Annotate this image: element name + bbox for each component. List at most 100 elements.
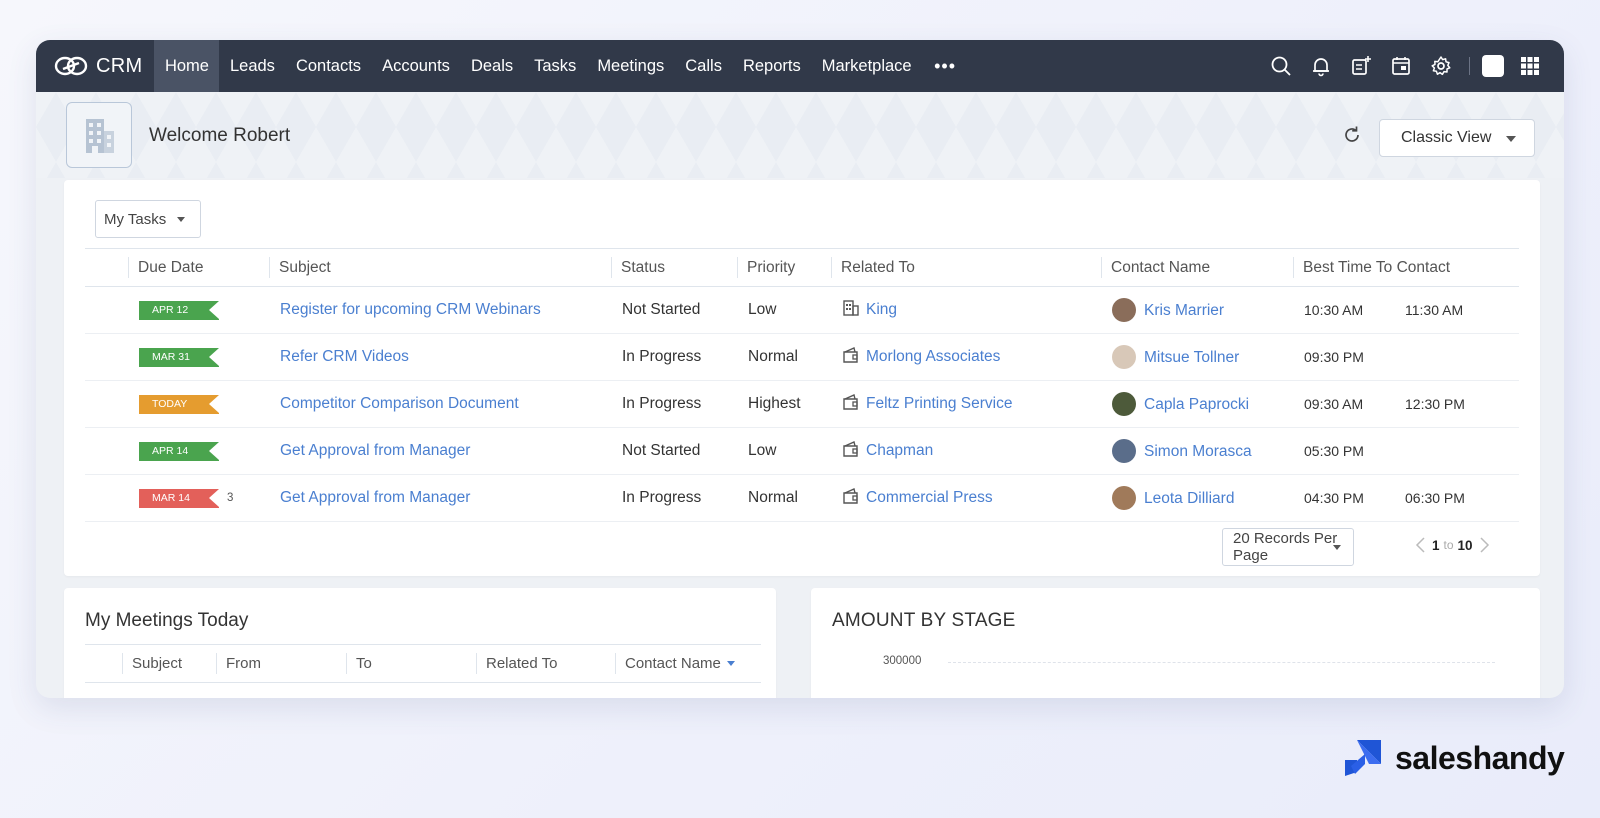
column-header-due-date[interactable]: Due Date [128, 248, 269, 287]
nav-home[interactable]: Home [154, 40, 220, 92]
contact-name-cell[interactable]: Mitsue Tollner [1101, 333, 1293, 381]
table-row[interactable]: MAR 14 3 Get Approval from Manager In Progr… [85, 474, 1519, 522]
best-time-from: 04:30 PM [1293, 474, 1394, 522]
chevron-down-icon [177, 217, 185, 222]
row-select-cell[interactable] [85, 427, 128, 475]
related-to-link[interactable]: Commercial Press [866, 489, 993, 506]
user-avatar[interactable] [1482, 55, 1504, 77]
related-to-cell[interactable]: Chapman [831, 427, 1101, 475]
chevron-left-icon[interactable] [1414, 536, 1428, 554]
contact-name-link[interactable]: Leota Dilliard [1144, 490, 1234, 507]
status-cell: In Progress [611, 474, 737, 522]
related-to-link[interactable]: Feltz Printing Service [866, 395, 1012, 412]
records-per-page-dropdown[interactable]: 20 Records Per Page [1222, 528, 1354, 566]
nav-meetings[interactable]: Meetings [587, 40, 675, 92]
column-header-status[interactable]: Status [611, 248, 737, 287]
column-header-from[interactable]: From [216, 644, 346, 683]
calendar-icon[interactable] [1381, 46, 1421, 86]
task-subject-link[interactable]: Get Approval from Manager [280, 489, 470, 506]
table-row[interactable]: TODAY Competitor Comparison Document In Pr… [85, 380, 1519, 428]
best-time-from: 10:30 AM [1293, 286, 1394, 334]
related-to-link[interactable]: Morlong Associates [866, 348, 1000, 365]
contact-name-link[interactable]: Simon Morasca [1144, 443, 1252, 460]
task-subject-link[interactable]: Refer CRM Videos [280, 348, 409, 365]
tasks-filter-dropdown[interactable]: My Tasks [95, 200, 201, 238]
subject-cell[interactable]: Get Approval from Manager [269, 427, 611, 475]
table-row[interactable]: MAR 31 Refer CRM Videos In Progress Normal M… [85, 333, 1519, 381]
nav-contacts[interactable]: Contacts [285, 40, 371, 92]
nav-leads[interactable]: Leads [219, 40, 285, 92]
nav-tasks[interactable]: Tasks [524, 40, 587, 92]
task-subject-link[interactable]: Register for upcoming CRM Webinars [280, 301, 541, 318]
subject-cell[interactable]: Refer CRM Videos [269, 333, 611, 381]
crm-logo[interactable]: CRM [36, 40, 154, 92]
contact-name-cell[interactable]: Simon Morasca [1101, 427, 1293, 475]
contact-name-cell[interactable]: Capla Paprocki [1101, 380, 1293, 428]
column-header-best-time[interactable]: Best Time To Contact [1293, 248, 1519, 287]
best-time-to: 06:30 PM [1394, 474, 1519, 522]
column-header-subject[interactable]: Subject [269, 248, 611, 287]
column-header-related-to[interactable]: Related To [831, 248, 1101, 287]
contact-name-cell[interactable]: Kris Marrier [1101, 286, 1293, 334]
contact-avatar [1112, 298, 1136, 322]
organization-logo[interactable] [66, 102, 132, 168]
column-header-priority[interactable]: Priority [737, 248, 831, 287]
nav-reports[interactable]: Reports [732, 40, 811, 92]
row-select-cell[interactable] [85, 286, 128, 334]
task-subject-link[interactable]: Get Approval from Manager [280, 442, 470, 459]
contact-name-cell[interactable]: Leota Dilliard [1101, 474, 1293, 522]
amount-by-stage-title: AMOUNT BY STAGE [832, 610, 1016, 631]
related-to-link[interactable]: King [866, 301, 897, 318]
brand-name: CRM [96, 54, 143, 77]
apps-grid-icon[interactable] [1510, 46, 1550, 86]
column-header-contact-name[interactable]: Contact Name [615, 644, 761, 683]
column-header-to[interactable]: To [346, 644, 476, 683]
meetings-title: My Meetings Today [85, 610, 249, 631]
search-icon[interactable] [1261, 46, 1301, 86]
contact-name-link[interactable]: Kris Marrier [1144, 302, 1224, 319]
column-header-related-to[interactable]: Related To [476, 644, 615, 683]
subject-cell[interactable]: Get Approval from Manager [269, 474, 611, 522]
tasks-filter-label: My Tasks [104, 210, 167, 228]
related-to-cell[interactable]: Commercial Press [831, 474, 1101, 522]
subject-cell[interactable]: Register for upcoming CRM Webinars [269, 286, 611, 334]
nav-accounts[interactable]: Accounts [372, 40, 461, 92]
column-header-contact-name[interactable]: Contact Name [1101, 248, 1293, 287]
due-date-cell: APR 14 [128, 427, 269, 475]
related-to-link[interactable]: Chapman [866, 442, 933, 459]
related-to-cell[interactable]: Feltz Printing Service [831, 380, 1101, 428]
top-navigation-bar: CRM Home Leads Contacts Accounts Deals T… [36, 40, 1564, 92]
chevron-right-icon[interactable] [1477, 536, 1491, 554]
add-note-icon[interactable] [1341, 46, 1381, 86]
row-select-cell[interactable] [85, 333, 128, 381]
row-select-cell[interactable] [85, 474, 128, 522]
best-time-to [1394, 427, 1519, 475]
nav-calls[interactable]: Calls [675, 40, 733, 92]
contact-avatar [1112, 486, 1136, 510]
row-select-cell[interactable] [85, 380, 128, 428]
y-axis-tick: 300000 [883, 655, 922, 667]
more-menu-icon[interactable]: ••• [922, 40, 968, 92]
refresh-icon[interactable] [1341, 124, 1363, 146]
contact-name-link[interactable]: Mitsue Tollner [1144, 349, 1239, 366]
view-selector-button[interactable]: Classic View [1379, 119, 1535, 157]
welcome-banner: Welcome Robert Classic View [36, 92, 1564, 178]
overdue-count: 3 [227, 492, 234, 504]
bell-icon[interactable] [1301, 46, 1341, 86]
column-header-subject[interactable]: Subject [122, 644, 216, 683]
nav-deals[interactable]: Deals [460, 40, 523, 92]
priority-cell: Highest [737, 380, 831, 428]
wallet-icon [842, 393, 860, 416]
due-date-flag: TODAY [139, 395, 219, 414]
settings-gear-icon[interactable] [1421, 46, 1461, 86]
related-to-cell[interactable]: King [831, 286, 1101, 334]
due-date-flag: MAR 14 [139, 489, 219, 508]
related-to-cell[interactable]: Morlong Associates [831, 333, 1101, 381]
task-subject-link[interactable]: Competitor Comparison Document [280, 395, 519, 412]
subject-cell[interactable]: Competitor Comparison Document [269, 380, 611, 428]
select-column-header [85, 248, 128, 287]
table-row[interactable]: APR 12 Register for upcoming CRM Webinars… [85, 286, 1519, 334]
contact-name-link[interactable]: Capla Paprocki [1144, 396, 1249, 413]
table-row[interactable]: APR 14 Get Approval from Manager Not Start… [85, 427, 1519, 475]
nav-marketplace[interactable]: Marketplace [811, 40, 922, 92]
